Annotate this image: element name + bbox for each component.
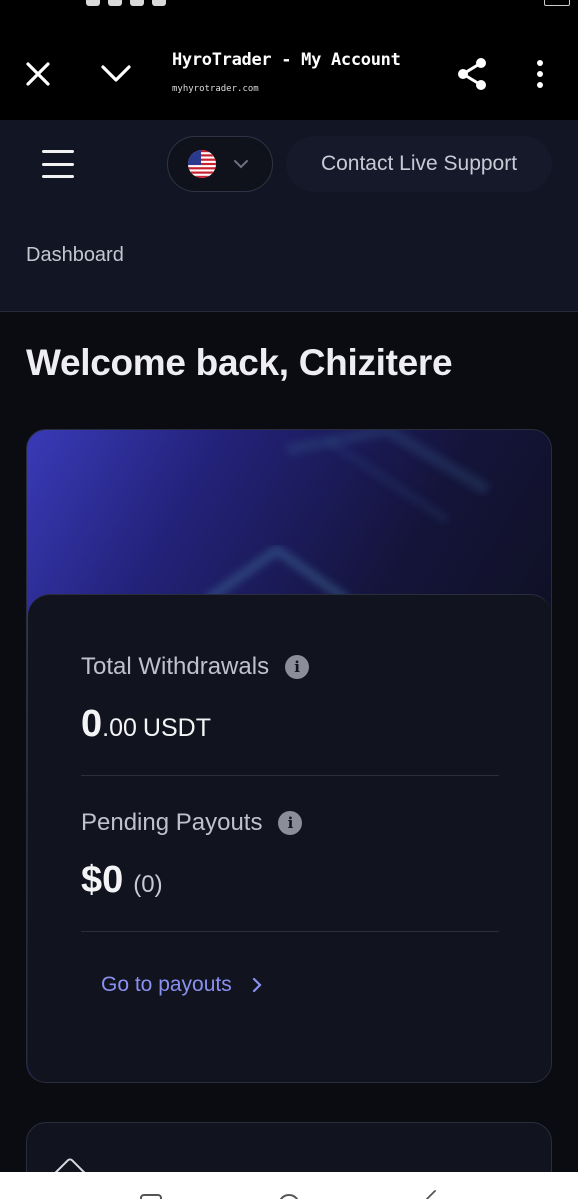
more-vert-icon	[537, 60, 543, 88]
page-title: Welcome back, Chizitere	[26, 342, 453, 383]
go-to-payouts-link[interactable]: Go to payouts	[101, 973, 262, 997]
home-button[interactable]	[278, 1194, 300, 1199]
withdrawals-decimal: .00	[102, 714, 137, 742]
signal-icon	[488, 0, 538, 5]
system-status	[488, 0, 570, 6]
more-options-button[interactable]	[520, 54, 560, 94]
chevron-down-icon	[101, 65, 131, 82]
minimize-button[interactable]	[96, 54, 136, 94]
browser-toolbar: HyroTrader - My Account myhyrotrader.com	[0, 14, 578, 120]
pending-payouts-value: $0 (0)	[81, 859, 163, 902]
total-withdrawals-value: 0 .00 USDT	[81, 703, 211, 746]
payouts-card: Total Withdrawals i 0 .00 USDT Pending P…	[26, 429, 552, 1083]
info-icon[interactable]: i	[285, 655, 310, 679]
divider	[81, 775, 499, 776]
back-button[interactable]	[419, 1189, 451, 1199]
withdrawals-currency: USDT	[142, 714, 211, 742]
close-icon	[26, 62, 50, 86]
divider	[81, 931, 499, 932]
site-header: Contact Live Support Dashboard	[0, 120, 578, 312]
share-icon	[458, 58, 486, 90]
tab-url: myhyrotrader.com	[172, 84, 259, 94]
info-icon[interactable]: i	[278, 811, 303, 835]
system-navigation-bar	[0, 1172, 578, 1199]
go-to-payouts-text: Go to payouts	[101, 973, 232, 996]
status-bar	[0, 0, 578, 14]
menu-button[interactable]	[40, 148, 76, 180]
battery-icon	[544, 0, 570, 6]
menu-line	[42, 162, 74, 166]
total-withdrawals-text: Total Withdrawals	[81, 653, 270, 680]
tab-title: HyroTrader - My Account	[172, 50, 401, 70]
pending-payouts-text: Pending Payouts	[81, 809, 263, 836]
us-flag-icon	[188, 150, 216, 178]
total-withdrawals-label: Total Withdrawals i	[81, 653, 310, 681]
menu-line	[42, 175, 74, 178]
pending-amount: $0	[81, 859, 124, 901]
breadcrumb[interactable]: Dashboard	[26, 244, 124, 267]
chevron-right-icon	[252, 977, 262, 993]
share-button[interactable]	[452, 54, 492, 94]
language-selector[interactable]	[167, 136, 273, 192]
notification-icons	[86, 0, 166, 6]
close-tab-button[interactable]	[18, 54, 58, 94]
contact-support-button[interactable]: Contact Live Support	[286, 136, 552, 192]
recent-apps-button[interactable]	[140, 1194, 162, 1199]
chevron-down-icon	[234, 160, 248, 169]
menu-line	[42, 150, 74, 153]
withdrawals-integer: 0	[81, 703, 103, 745]
pending-count: (0)	[133, 871, 163, 898]
payouts-summary: Total Withdrawals i 0 .00 USDT Pending P…	[28, 594, 551, 1082]
pending-payouts-label: Pending Payouts i	[81, 809, 303, 837]
